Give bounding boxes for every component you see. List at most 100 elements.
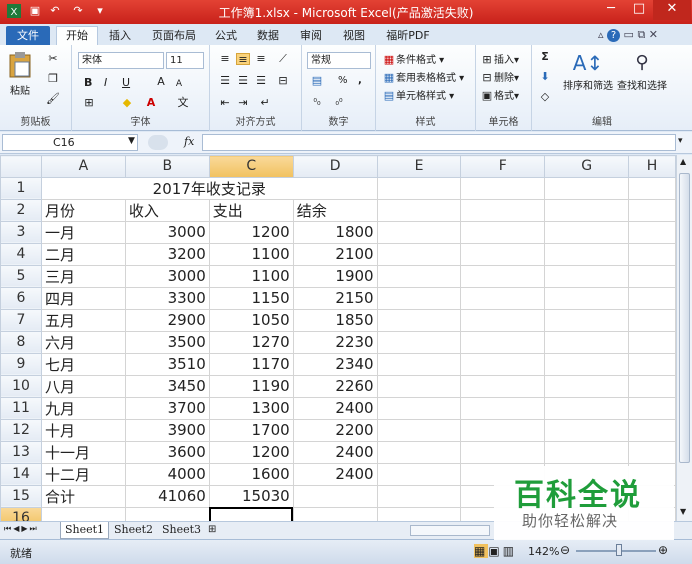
font-size-select[interactable]: 11: [166, 52, 204, 69]
cell[interactable]: 六月: [40, 330, 126, 354]
cell[interactable]: 2100: [292, 242, 378, 266]
help-icon[interactable]: ?: [607, 29, 621, 42]
cell[interactable]: 十一月: [40, 440, 126, 464]
cell[interactable]: [376, 198, 462, 222]
row-header[interactable]: 6: [0, 286, 42, 310]
formula-input[interactable]: [202, 134, 676, 151]
cell[interactable]: [544, 374, 630, 398]
column-header[interactable]: D: [292, 155, 378, 178]
row-header[interactable]: 5: [0, 264, 42, 288]
cell[interactable]: [544, 440, 630, 464]
cell[interactable]: 1850: [292, 308, 378, 332]
cell[interactable]: 2400: [292, 462, 378, 486]
conditional-format-button[interactable]: ▦ 条件格式 ▾: [382, 51, 444, 67]
collapse-ribbon-icon[interactable]: ▵: [598, 28, 604, 41]
cell[interactable]: 15030: [208, 484, 294, 508]
cell[interactable]: 2340: [292, 352, 378, 376]
cell[interactable]: 3900: [124, 418, 210, 442]
cell[interactable]: [544, 220, 630, 244]
row-header[interactable]: 16: [0, 506, 42, 521]
percent-button[interactable]: %: [338, 75, 348, 86]
cell[interactable]: 1050: [208, 308, 294, 332]
increase-decimal-icon[interactable]: ⁰₀: [310, 97, 324, 109]
tab-foxit-pdf[interactable]: 福昕PDF: [380, 27, 436, 46]
cell[interactable]: [208, 506, 294, 521]
row-header[interactable]: 10: [0, 374, 42, 398]
sheet-tab[interactable]: Sheet2: [110, 522, 157, 539]
row-header[interactable]: 12: [0, 418, 42, 442]
scroll-down-icon[interactable]: ▼: [680, 507, 686, 516]
cell[interactable]: 九月: [40, 396, 126, 420]
column-header[interactable]: G: [544, 155, 630, 178]
cell[interactable]: [628, 374, 676, 398]
tab-file[interactable]: 文件: [6, 26, 50, 46]
cell[interactable]: 二月: [40, 242, 126, 266]
decrease-indent-icon[interactable]: ⇤: [218, 97, 232, 109]
formula-bar-handle[interactable]: [148, 135, 168, 150]
cell[interactable]: 1300: [208, 396, 294, 420]
cell[interactable]: 1800: [292, 220, 378, 244]
cell[interactable]: [628, 286, 676, 310]
grow-font-icon[interactable]: A: [154, 76, 168, 88]
borders-icon[interactable]: ⊞: [82, 97, 96, 109]
cell[interactable]: 3200: [124, 242, 210, 266]
select-all-corner[interactable]: [0, 155, 42, 178]
cell[interactable]: [460, 440, 546, 464]
cell[interactable]: 1700: [208, 418, 294, 442]
cell[interactable]: 2230: [292, 330, 378, 354]
tab-formulas[interactable]: 公式: [210, 27, 242, 46]
cell[interactable]: [376, 418, 462, 442]
column-header[interactable]: H: [628, 155, 676, 178]
cell[interactable]: [628, 440, 676, 464]
cell[interactable]: [460, 242, 546, 266]
view-buttons[interactable]: ▦▣▥: [474, 544, 517, 558]
cell[interactable]: 2400: [292, 440, 378, 464]
fill-icon[interactable]: ⬇: [538, 71, 552, 83]
cell[interactable]: [460, 220, 546, 244]
align-right-icon[interactable]: ☰: [254, 75, 268, 87]
cell[interactable]: [460, 374, 546, 398]
fill-color-icon[interactable]: ◆: [120, 97, 134, 109]
cell[interactable]: 41060: [124, 484, 210, 508]
cell[interactable]: [376, 308, 462, 332]
zoom-in-icon[interactable]: ⊕: [658, 543, 668, 557]
ribbon-help-controls[interactable]: ▵ ? ▭ ⧉ ✕: [598, 28, 688, 42]
cell[interactable]: [544, 198, 630, 222]
currency-icon[interactable]: ▤: [310, 75, 324, 87]
row-header[interactable]: 13: [0, 440, 42, 464]
align-left-icon[interactable]: ☰: [218, 75, 232, 87]
cell[interactable]: [544, 264, 630, 288]
sheet-title-cell[interactable]: 2017年收支记录: [40, 176, 378, 200]
cell[interactable]: 十月: [40, 418, 126, 442]
align-center-icon[interactable]: ☰: [236, 75, 250, 87]
orientation-icon[interactable]: ⟋: [276, 53, 290, 65]
tab-review[interactable]: 审阅: [295, 27, 327, 46]
zoom-level[interactable]: 142%: [528, 545, 559, 558]
align-middle-icon[interactable]: ≡: [236, 53, 250, 66]
cell[interactable]: 1900: [292, 264, 378, 288]
cell[interactable]: [124, 506, 210, 521]
find-select-button[interactable]: ⚲ 查找和选择: [616, 49, 668, 92]
scroll-up-icon[interactable]: ▲: [680, 157, 686, 166]
cell[interactable]: 五月: [40, 308, 126, 332]
vertical-scrollbar[interactable]: ▲ ▼: [676, 155, 692, 521]
cell[interactable]: 七月: [40, 352, 126, 376]
cell[interactable]: 结余: [292, 198, 378, 222]
restore-minimize-icon[interactable]: ▭: [624, 28, 634, 41]
row-header[interactable]: 14: [0, 462, 42, 486]
row-header[interactable]: 7: [0, 308, 42, 332]
comma-button[interactable]: ,: [358, 75, 362, 86]
row-header[interactable]: 9: [0, 352, 42, 376]
sheet-tab-active[interactable]: Sheet1: [60, 522, 110, 539]
name-box-dropdown-icon[interactable]: ▼: [128, 136, 135, 146]
cell[interactable]: [628, 418, 676, 442]
format-cells-button[interactable]: ▣ 格式▾: [480, 87, 519, 103]
tab-data[interactable]: 数据: [252, 27, 284, 46]
cell[interactable]: [628, 330, 676, 354]
cell[interactable]: 三月: [40, 264, 126, 288]
first-sheet-icon[interactable]: ⏮: [4, 524, 13, 533]
cell[interactable]: 1150: [208, 286, 294, 310]
sheet-tab[interactable]: Sheet3: [158, 522, 205, 539]
cell[interactable]: [376, 484, 462, 508]
cell[interactable]: [460, 418, 546, 442]
